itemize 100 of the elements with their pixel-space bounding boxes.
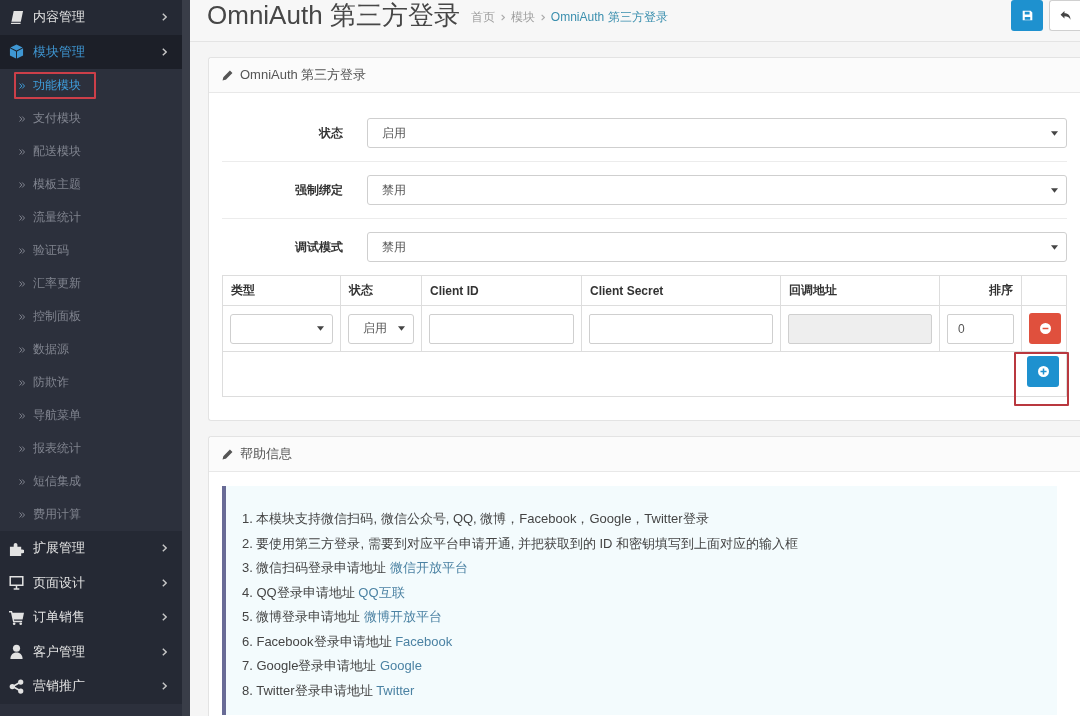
- caret-icon: [317, 326, 324, 331]
- help-item: 2. 要使用第三方登录, 需要到对应平台申请开通, 并把获取到的 ID 和密钥填写到上面对应的输入框: [242, 534, 800, 553]
- double-chevron-icon: [19, 478, 25, 485]
- page-title: OmniAuth 第三方登录: [207, 0, 460, 30]
- sidebar-subitem[interactable]: 配送模块: [0, 135, 182, 168]
- sidebar-item[interactable]: 订单销售: [0, 600, 182, 635]
- column-header: 排序: [939, 275, 1022, 306]
- input-field[interactable]: [589, 313, 773, 344]
- help-link[interactable]: Twitter: [376, 682, 415, 698]
- chevron-icon: [162, 47, 167, 56]
- help-link[interactable]: Facebook: [395, 633, 453, 649]
- input-field[interactable]: 0: [947, 313, 1014, 344]
- breadcrumb-link[interactable]: OmniAuth 第三方登录: [550, 8, 668, 26]
- double-chevron-icon: [19, 346, 25, 353]
- double-chevron-icon: [19, 379, 25, 386]
- sidebar-item[interactable]: 营销推广: [0, 669, 182, 704]
- sidebar-item[interactable]: 内容管理: [0, 0, 182, 35]
- book-icon: [9, 9, 24, 25]
- double-chevron-icon: [19, 412, 25, 419]
- sidebar-subitem[interactable]: 流量统计: [0, 201, 182, 234]
- double-chevron-icon: [19, 181, 25, 188]
- breadcrumb-link[interactable]: 模块: [510, 8, 535, 26]
- select-field[interactable]: [230, 313, 333, 344]
- help-item: 4. QQ登录申请地址 QQ互联: [242, 583, 406, 602]
- select-field[interactable]: 启用: [348, 313, 414, 344]
- caret-icon: [1051, 130, 1058, 136]
- help-link[interactable]: 微博开放平台: [364, 609, 443, 624]
- pencil-icon: [222, 448, 233, 460]
- chevron-icon: [162, 647, 167, 656]
- double-chevron-icon: [19, 247, 25, 254]
- sidebar-subitem[interactable]: 支付模块: [0, 102, 182, 135]
- save-button[interactable]: [1011, 0, 1043, 31]
- sidebar-subitem[interactable]: 验证码: [0, 234, 182, 267]
- caret-icon: [1051, 187, 1058, 193]
- column-header: 状态: [340, 275, 422, 306]
- chevron-icon: [540, 13, 545, 21]
- help-link[interactable]: Google: [380, 658, 422, 673]
- double-chevron-icon: [19, 148, 25, 155]
- double-chevron-icon: [19, 115, 25, 122]
- panel-title: OmniAuth 第三方登录: [240, 66, 367, 84]
- user-icon: [9, 644, 24, 660]
- sidebar-item[interactable]: 客户管理: [0, 634, 182, 669]
- help-item: 5. 微博登录申请地址 微博开放平台: [242, 608, 444, 626]
- select-field[interactable]: 禁用: [367, 175, 1067, 205]
- input-field[interactable]: [429, 313, 574, 344]
- sidebar-subitem[interactable]: 报表统计: [0, 432, 182, 465]
- chevron-icon: [162, 544, 167, 553]
- double-chevron-icon: [19, 214, 25, 221]
- sidebar-subitem[interactable]: 数据源: [0, 333, 182, 366]
- monitor-icon: [9, 575, 24, 591]
- add-button[interactable]: [1027, 356, 1059, 387]
- double-chevron-icon: [19, 82, 25, 89]
- double-chevron-icon: [19, 445, 25, 452]
- sidebar-item[interactable]: 页面设计: [0, 565, 182, 600]
- caret-icon: [1051, 244, 1058, 250]
- sidebar-subitem[interactable]: 汇率更新: [0, 267, 182, 300]
- help-item: 7. Google登录申请地址 Google: [242, 657, 423, 675]
- help-item: 1. 本模块支持微信扫码, 微信公众号, QQ, 微博，Facebook，Google，Twitter登录: [242, 510, 710, 528]
- chevron-icon: [162, 682, 167, 691]
- sidebar-subitem[interactable]: 防欺诈: [0, 366, 182, 399]
- column-header: Client ID: [421, 275, 582, 306]
- sidebar-item[interactable]: 扩展管理: [0, 531, 182, 566]
- sidebar-subitem[interactable]: 短信集成: [0, 465, 182, 498]
- select-field[interactable]: 启用: [367, 118, 1067, 148]
- remove-button[interactable]: [1029, 313, 1061, 344]
- panel-title: 帮助信息: [240, 445, 292, 463]
- double-chevron-icon: [19, 511, 25, 518]
- pencil-icon: [222, 69, 233, 81]
- help-link[interactable]: 微信开放平台: [390, 560, 469, 575]
- sidebar-subitem[interactable]: 模板主题: [0, 168, 182, 201]
- chevron-icon: [162, 13, 167, 22]
- caret-icon: [398, 326, 405, 331]
- back-button[interactable]: [1049, 0, 1080, 31]
- field-label: 调试模式: [295, 238, 343, 256]
- field-label: 状态: [319, 124, 343, 142]
- help-item: 3. 微信扫码登录申请地址 微信开放平台: [242, 559, 470, 577]
- sidebar-subitem[interactable]: 费用计算: [0, 498, 182, 531]
- breadcrumb-link[interactable]: 首页: [470, 8, 495, 26]
- column-header: Client Secret: [581, 275, 781, 306]
- shopping-cart-icon: [9, 609, 24, 625]
- help-item: 6. Facebook登录申请地址 Facebook: [242, 632, 454, 651]
- chevron-icon: [162, 613, 167, 622]
- sidebar-subitem[interactable]: 导航菜单: [0, 399, 182, 432]
- puzzle-piece-icon: [9, 540, 24, 556]
- sidebar-subitem[interactable]: 功能模块: [0, 69, 182, 102]
- help-item: 8. Twitter登录申请地址 Twitter: [242, 681, 416, 700]
- help-link[interactable]: QQ互联: [358, 584, 405, 600]
- column-header: 回调地址: [780, 275, 940, 306]
- share-icon: [9, 678, 24, 694]
- double-chevron-icon: [19, 313, 25, 320]
- select-field[interactable]: 禁用: [367, 232, 1067, 262]
- chevron-icon: [162, 578, 167, 587]
- column-header: 类型: [222, 275, 341, 306]
- sidebar-item[interactable]: 模块管理: [0, 34, 182, 69]
- field-label: 强制绑定: [295, 181, 343, 199]
- chevron-icon: [500, 13, 505, 21]
- double-chevron-icon: [19, 280, 25, 287]
- sidebar-subitem[interactable]: 控制面板: [0, 300, 182, 333]
- back-arrow-icon: [1059, 10, 1071, 21]
- cube-icon: [9, 44, 24, 60]
